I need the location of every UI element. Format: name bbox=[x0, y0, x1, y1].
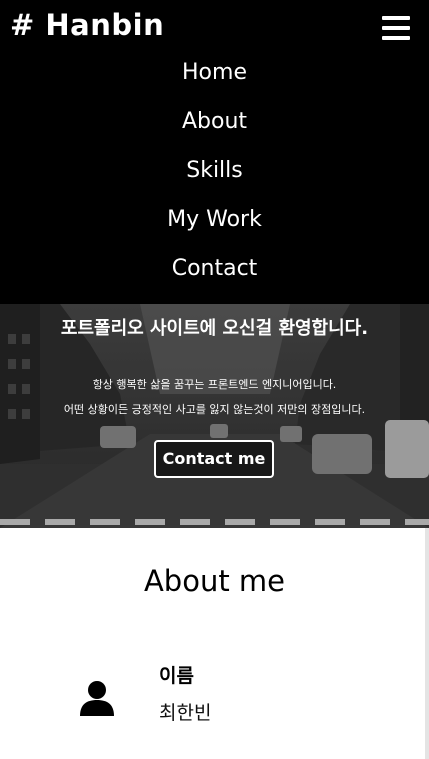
hero-content: 포트폴리오 사이트에 오신걸 환영합니다. 항상 행복한 삶을 꿈꾸는 프론트엔… bbox=[0, 304, 429, 528]
nav-item-contact[interactable]: Contact bbox=[0, 246, 429, 295]
nav-item-my-work[interactable]: My Work bbox=[0, 197, 429, 246]
nav-menu: Home About Skills My Work Contact bbox=[0, 50, 429, 295]
hero-title: 포트폴리오 사이트에 오신걸 환영합니다. bbox=[60, 318, 369, 339]
page: # Hanbin Home About Skills My Work Conta… bbox=[0, 0, 429, 759]
about-section: About me 이름 최한빈 bbox=[0, 528, 429, 759]
info-label-name: 이름 bbox=[159, 665, 194, 687]
nav-item-about[interactable]: About bbox=[0, 99, 429, 148]
about-title: About me bbox=[143, 564, 286, 598]
nav-item-skills[interactable]: Skills bbox=[0, 148, 429, 197]
scrollbar[interactable] bbox=[425, 528, 429, 759]
info-value-name: 최한빈 bbox=[159, 702, 212, 724]
navbar: # Hanbin Home About Skills My Work Conta… bbox=[0, 0, 429, 304]
site-logo[interactable]: # Hanbin bbox=[10, 8, 164, 42]
contact-me-button[interactable]: Contact me bbox=[154, 440, 274, 478]
nav-item-home[interactable]: Home bbox=[0, 50, 429, 99]
hamburger-menu-icon[interactable] bbox=[382, 16, 410, 40]
person-icon bbox=[80, 681, 114, 716]
hero-description-line2: 어떤 상황이든 긍정적인 사고를 잃지 않는것이 저만의 장점입니다. bbox=[63, 403, 366, 416]
hero-description-line1: 항상 행복한 삶을 꿈꾸는 프론트엔드 엔지니어입니다. bbox=[92, 378, 337, 391]
hero-section: 포트폴리오 사이트에 오신걸 환영합니다. 항상 행복한 삶을 꿈꾸는 프론트엔… bbox=[0, 304, 429, 528]
